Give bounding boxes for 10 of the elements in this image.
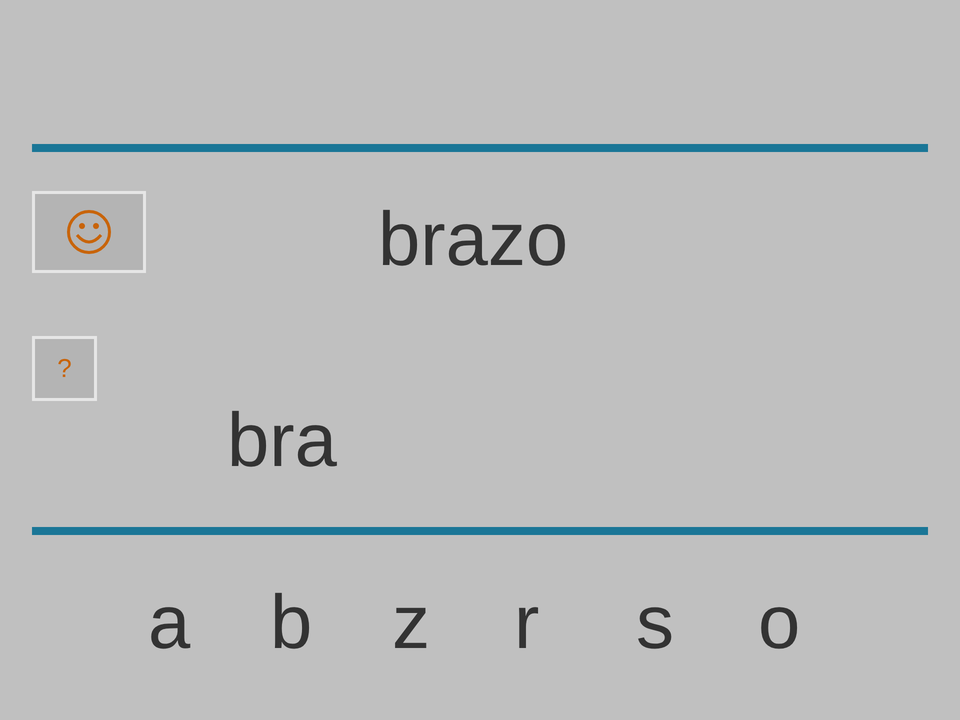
letter-tile[interactable]: b <box>270 585 392 661</box>
smiley-button[interactable] <box>32 191 146 273</box>
target-word: brazo <box>378 202 568 278</box>
letter-tile[interactable]: z <box>392 585 514 661</box>
answer-text: bra <box>227 403 337 479</box>
letter-tile[interactable]: s <box>636 585 758 661</box>
letter-tile[interactable]: a <box>148 585 270 661</box>
letter-tile[interactable]: o <box>758 585 880 661</box>
letter-tile[interactable]: r <box>514 585 636 661</box>
smiley-icon <box>66 209 112 255</box>
